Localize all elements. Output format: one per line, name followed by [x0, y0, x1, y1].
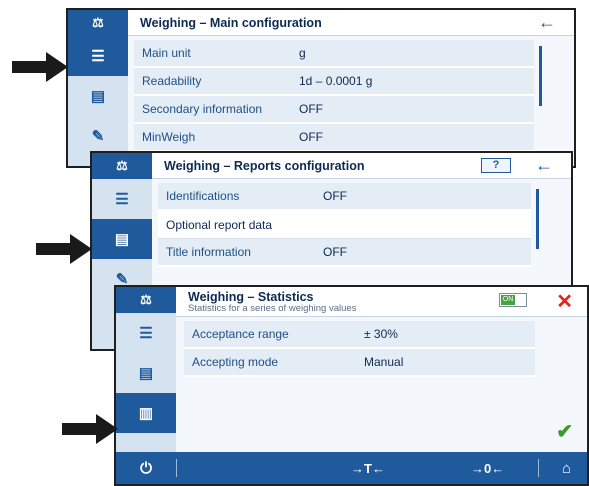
report-icon: ▤	[138, 365, 154, 382]
balance-icon[interactable]: ⚖	[92, 153, 152, 179]
setting-row-readability[interactable]: Readability 1d – 0.0001 g	[134, 68, 534, 96]
setting-row-optional-report-data[interactable]: Optional report data	[158, 211, 531, 239]
divider	[538, 459, 539, 477]
setting-value: OFF	[323, 245, 347, 259]
setting-label: MinWeigh	[142, 130, 196, 144]
sidebar-item-edit[interactable]: ✎	[68, 116, 128, 156]
balance-icon[interactable]: ⚖	[116, 287, 176, 313]
help-button[interactable]: ?	[481, 158, 511, 173]
pointer-arrow-icon	[12, 52, 68, 82]
setting-label: Optional report data	[166, 217, 273, 232]
scrollbar[interactable]	[539, 46, 542, 106]
toggle-on-label: ON	[501, 295, 515, 305]
setting-label: Acceptance range	[192, 327, 289, 341]
setting-label: Main unit	[142, 46, 191, 60]
main-configuration-screen: ⚖ ☰ ▤ ✎ Weighing – Main configuration ← …	[66, 8, 576, 168]
page-title: Weighing – Statistics	[188, 289, 314, 304]
checkmark-icon[interactable]: ✔	[556, 419, 573, 444]
sidebar-item-statistics[interactable]: ▥	[116, 393, 176, 433]
sidebar-item-reports[interactable]: ▤	[116, 353, 176, 393]
statistics-toggle[interactable]: ON	[499, 293, 527, 307]
setting-value: 1d – 0.0001 g	[299, 74, 373, 88]
setting-row-minweigh[interactable]: MinWeigh OFF	[134, 124, 534, 152]
header: Weighing – Main configuration ←	[128, 10, 574, 36]
settings-list: Identifications OFF Optional report data…	[158, 183, 531, 267]
config-icon: ☰	[115, 191, 129, 208]
pencil-icon: ✎	[91, 128, 105, 145]
pointer-arrow-icon	[36, 234, 92, 264]
close-icon[interactable]: ✕	[556, 289, 573, 314]
settings-list: Main unit g Readability 1d – 0.0001 g Se…	[134, 40, 534, 152]
setting-row-identifications[interactable]: Identifications OFF	[158, 183, 531, 211]
zero-button[interactable]: →0←	[471, 461, 504, 476]
setting-label: Identifications	[166, 189, 240, 203]
scrollbar[interactable]	[536, 189, 539, 249]
page-title: Weighing – Reports configuration	[164, 158, 365, 173]
setting-value: OFF	[299, 130, 323, 144]
sidebar-item-main-configuration[interactable]: ☰	[92, 179, 152, 219]
back-arrow-icon[interactable]: ←	[538, 12, 556, 33]
report-icon: ▤	[114, 231, 130, 248]
setting-row-secondary-information[interactable]: Secondary information OFF	[134, 96, 534, 124]
setting-value: Manual	[364, 355, 404, 369]
sidebar: ⚖ ☰ ▤ ✎	[68, 10, 128, 166]
divider	[176, 459, 177, 477]
setting-row-accepting-mode[interactable]: Accepting mode Manual	[184, 349, 535, 377]
report-icon: ▤	[90, 88, 106, 105]
page-title: Weighing – Main configuration	[140, 15, 322, 30]
setting-row-acceptance-range[interactable]: Acceptance range ± 30%	[184, 321, 535, 349]
setting-row-main-unit[interactable]: Main unit g	[134, 40, 534, 68]
setting-row-title-information[interactable]: Title information OFF	[158, 239, 531, 267]
statistics-screen: ⚖ ☰ ▤ ▥ Weighing – Statistics Statistics…	[114, 285, 589, 486]
tare-button[interactable]: →T←	[351, 461, 385, 476]
header: Weighing – Reports configuration ? ←	[152, 153, 571, 179]
setting-label: Readability	[142, 74, 202, 88]
config-icon: ☰	[139, 325, 153, 342]
footer-bar: ⏻ →T← →0← ⌂	[116, 452, 587, 484]
back-arrow-icon[interactable]: ←	[535, 155, 553, 176]
sidebar: ⚖ ☰ ▤ ▥	[116, 287, 176, 452]
sidebar-item-reports[interactable]: ▤	[68, 76, 128, 116]
power-icon[interactable]: ⏻	[116, 460, 176, 477]
setting-value: OFF	[323, 189, 347, 203]
balance-icon[interactable]: ⚖	[68, 10, 128, 36]
sidebar-item-main-configuration[interactable]: ☰	[68, 36, 128, 76]
setting-label: Title information	[166, 245, 251, 259]
setting-label: Accepting mode	[192, 355, 279, 369]
config-icon: ☰	[91, 48, 105, 65]
setting-value: g	[299, 46, 306, 60]
statistics-icon: ▥	[138, 405, 154, 422]
sidebar-item-reports[interactable]: ▤	[92, 219, 152, 259]
setting-label: Secondary information	[142, 102, 263, 116]
setting-value: ± 30%	[364, 327, 398, 341]
page-subtitle: Statistics for a series of weighing valu…	[188, 302, 357, 314]
pointer-arrow-icon	[62, 414, 118, 444]
sidebar-item-main-configuration[interactable]: ☰	[116, 313, 176, 353]
home-icon[interactable]: ⌂	[562, 460, 571, 477]
setting-value: OFF	[299, 102, 323, 116]
settings-list: Acceptance range ± 30% Accepting mode Ma…	[184, 321, 535, 377]
